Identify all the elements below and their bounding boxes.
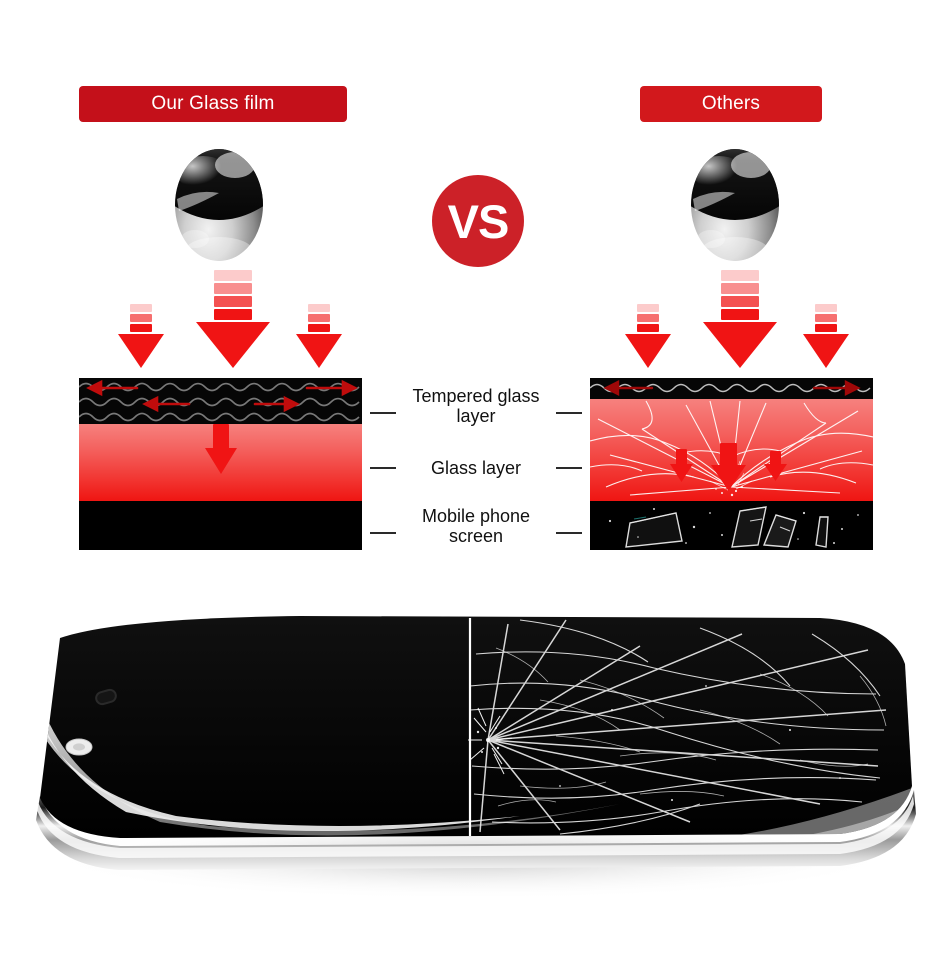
arrow-trail <box>214 270 252 320</box>
vs-badge: VS <box>432 175 524 267</box>
legend-dash-right <box>556 412 582 414</box>
arrow-trail <box>637 304 659 332</box>
impact-arrows-left <box>118 270 342 368</box>
arrow-trail-bar <box>815 324 837 332</box>
arrow-head <box>296 334 342 368</box>
layer-tempered-glass-right <box>590 378 873 399</box>
arrow-trail-bar <box>815 314 837 322</box>
layer-legend: Tempered glass layer Glass layer Mobile … <box>370 378 582 550</box>
legend-label-screen-line2: screen <box>448 526 504 546</box>
arrow-trail-bar <box>130 324 152 332</box>
cross-section-others <box>590 378 873 550</box>
arrow-trail-bar <box>637 324 659 332</box>
arrow-trail <box>721 270 759 320</box>
legend-dash-left <box>370 532 396 534</box>
arrow-trail-bar <box>308 304 330 312</box>
impact-arrow <box>625 304 671 368</box>
arrow-trail-bar <box>308 314 330 322</box>
header-label-right: Others <box>701 93 761 114</box>
legend-label-glass: Glass layer <box>430 458 522 478</box>
legend-label-tempered-line2: layer <box>456 406 496 426</box>
legend-label-screen-line1: Mobile phone <box>421 506 531 526</box>
layer-tempered-glass-left <box>79 378 362 424</box>
impact-arrow <box>703 270 777 368</box>
cross-section-our-glass-film <box>79 378 362 550</box>
phone-comparison-photo <box>0 590 950 920</box>
layer-phone-screen-left <box>79 501 362 550</box>
arrow-trail-bar <box>130 304 152 312</box>
header-pill-others: Others <box>640 86 822 122</box>
layer-glass-right-cracked <box>590 399 873 501</box>
legend-label-tempered-line1: Tempered glass <box>412 386 540 406</box>
arrow-trail-bar <box>308 324 330 332</box>
arrow-trail-bar <box>721 296 759 307</box>
arrow-trail-bar <box>637 304 659 312</box>
arrow-head <box>196 322 270 368</box>
legend-row-screen: Mobile phone screen <box>370 506 582 546</box>
legend-dash-right <box>556 532 582 534</box>
impact-arrow <box>118 304 164 368</box>
arrow-trail <box>308 304 330 332</box>
header-label-left: Our Glass film <box>151 93 275 114</box>
layer-glass-left <box>79 424 362 501</box>
legend-row-tempered: Tempered glass layer <box>370 386 582 426</box>
impact-arrow <box>803 304 849 368</box>
arrow-trail <box>815 304 837 332</box>
arrow-trail-bar <box>130 314 152 322</box>
arrow-trail-bar <box>721 283 759 294</box>
arrow-trail-bar <box>721 270 759 281</box>
layer-phone-screen-right-shattered <box>590 501 873 550</box>
legend-dash-left <box>370 412 396 414</box>
arrow-trail-bar <box>214 296 252 307</box>
arrow-trail-bar <box>214 283 252 294</box>
steel-ball-right <box>689 143 781 263</box>
arrow-head <box>703 322 777 368</box>
header-pill-our-glass-film: Our Glass film <box>79 86 347 122</box>
legend-dash-right <box>556 467 582 469</box>
arrow-head <box>118 334 164 368</box>
arrow-trail-bar <box>214 270 252 281</box>
legend-dash-left <box>370 467 396 469</box>
steel-ball-left <box>173 143 265 263</box>
arrow-trail <box>130 304 152 332</box>
arrow-trail-bar <box>214 309 252 320</box>
impact-arrows-right <box>625 270 849 368</box>
impact-arrow <box>196 270 270 368</box>
vs-label: VS <box>447 194 510 248</box>
impact-arrow <box>296 304 342 368</box>
arrow-trail-bar <box>815 304 837 312</box>
arrow-trail-bar <box>637 314 659 322</box>
arrow-trail-bar <box>721 309 759 320</box>
arrow-head <box>625 334 671 368</box>
arrow-head <box>803 334 849 368</box>
legend-row-glass: Glass layer <box>370 458 582 478</box>
